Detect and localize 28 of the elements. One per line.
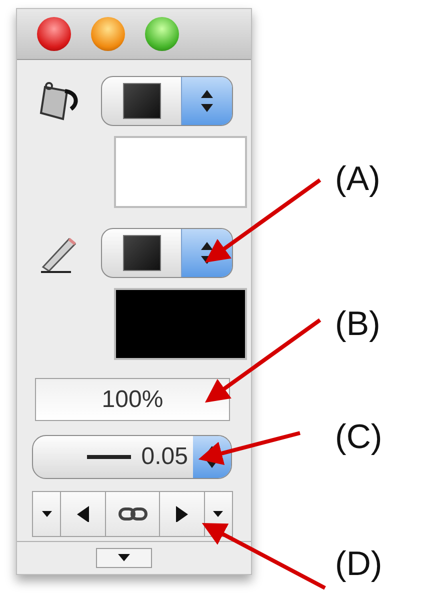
color-swatch [122,235,160,271]
expand-button[interactable] [96,548,152,568]
start-arrow-button[interactable] [60,491,106,537]
opacity-field[interactable]: 100% [35,378,230,421]
annotation-label: (D) [335,545,382,584]
annotation-label: (C) [335,418,382,457]
chain-icon [118,506,148,522]
stroke-color-popup[interactable] [101,228,233,278]
line-width-value: 0.05 [141,443,188,471]
start-dropdown-button[interactable] [32,491,62,537]
fill-color-popup[interactable] [101,76,233,126]
annotation-label: (A) [335,160,380,199]
caret-icon [213,511,224,517]
zoom-button[interactable] [145,17,179,51]
stroke-color-well[interactable] [114,288,247,360]
left-arrow-icon [77,506,90,522]
link-button[interactable] [105,491,160,537]
up-down-arrows-icon [200,88,214,114]
fill-color-well[interactable] [114,136,247,208]
up-down-arrows-icon [200,240,214,266]
close-button[interactable] [37,17,71,51]
caret-icon [42,511,52,517]
annotation-label: (B) [335,305,380,344]
color-swatch [122,83,160,119]
caret-icon [118,554,130,562]
line-width-stepper[interactable]: 0.05 [32,435,232,479]
end-arrow-button[interactable] [158,491,205,537]
right-arrow-icon [176,506,188,522]
